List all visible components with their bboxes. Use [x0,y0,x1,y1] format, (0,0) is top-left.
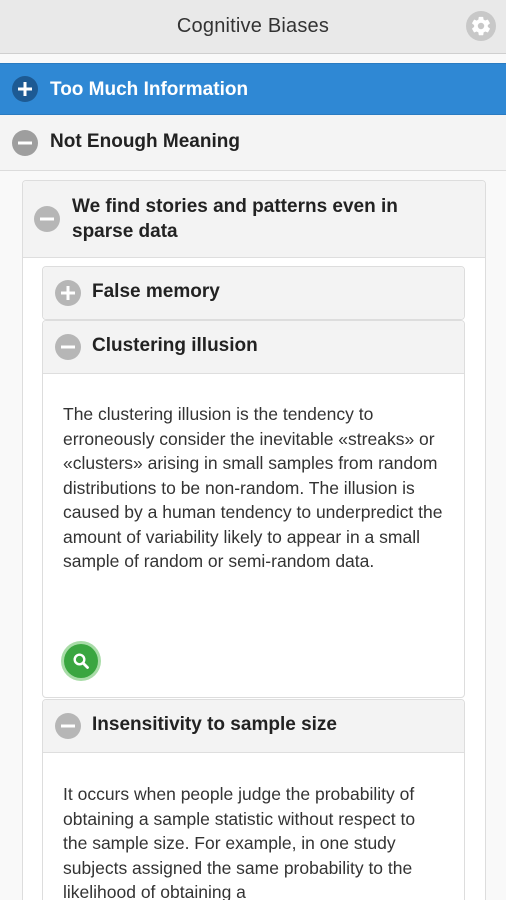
item-label: Clustering illusion [92,335,258,356]
item-clustering-illusion: Clustering illusion The clustering illus… [42,320,465,698]
minus-icon [55,713,81,739]
page-title: Cognitive Biases [176,15,330,37]
item-description: The clustering illusion is the tendency … [63,404,443,571]
minus-icon [12,130,38,156]
section-label: Too Much Information [50,79,249,100]
subsection-header[interactable]: We find stories and patterns even in spa… [23,181,485,258]
plus-icon [55,280,81,306]
item-description: It occurs when people judge the probabil… [63,784,416,900]
app-root: Cognitive Biases Too Much Information No… [0,0,506,900]
item-label: False memory [92,281,220,302]
item-label: Insensitivity to sample size [92,714,337,735]
minus-icon [55,334,81,360]
gear-icon [472,16,490,36]
subsection-label: We find stories and patterns even in spa… [72,196,398,242]
section-label: Not Enough Meaning [50,131,240,152]
item-header[interactable]: Insensitivity to sample size [43,700,464,753]
minus-icon [34,206,60,232]
search-icon [73,653,89,669]
app-header: Cognitive Biases [0,0,506,54]
settings-button[interactable] [466,11,496,41]
section-too-much-information[interactable]: Too Much Information [0,63,506,115]
section-not-enough-meaning[interactable]: Not Enough Meaning [0,115,506,171]
item-insensitivity-to-sample-size: Insensitivity to sample size It occurs w… [42,699,465,900]
item-false-memory[interactable]: False memory [42,266,465,320]
item-header[interactable]: False memory [43,267,464,319]
plus-icon [12,76,38,102]
search-button[interactable] [64,644,98,678]
item-header[interactable]: Clustering illusion [43,321,464,374]
